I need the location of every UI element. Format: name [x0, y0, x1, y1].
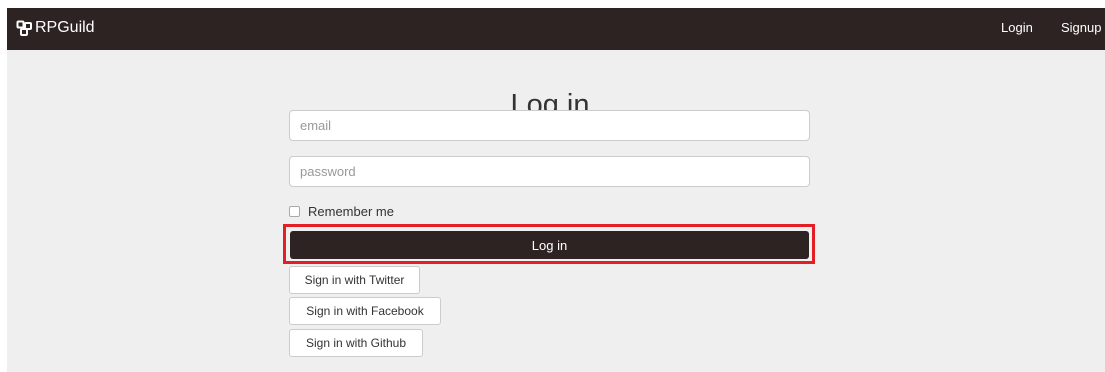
page: RPGuild Login Signup Log in Remember me …: [7, 8, 1105, 372]
facebook-signin-button[interactable]: Sign in with Facebook: [289, 297, 441, 325]
login-button[interactable]: Log in: [290, 231, 809, 259]
nav-login-link[interactable]: Login: [1001, 20, 1033, 35]
dice-icon: [16, 20, 32, 36]
remember-me-row: Remember me: [289, 204, 394, 219]
password-field[interactable]: [289, 156, 810, 187]
email-field[interactable]: [289, 110, 810, 141]
brand-link[interactable]: RPGuild: [16, 17, 95, 39]
twitter-signin-button[interactable]: Sign in with Twitter: [289, 266, 420, 294]
navbar: RPGuild Login Signup: [7, 8, 1105, 50]
github-signin-button[interactable]: Sign in with Github: [289, 329, 423, 357]
remember-me-label[interactable]: Remember me: [308, 204, 394, 219]
remember-me-checkbox[interactable]: [289, 206, 300, 217]
brand-name: RPGuild: [35, 19, 95, 36]
nav-signup-link[interactable]: Signup: [1061, 20, 1101, 35]
